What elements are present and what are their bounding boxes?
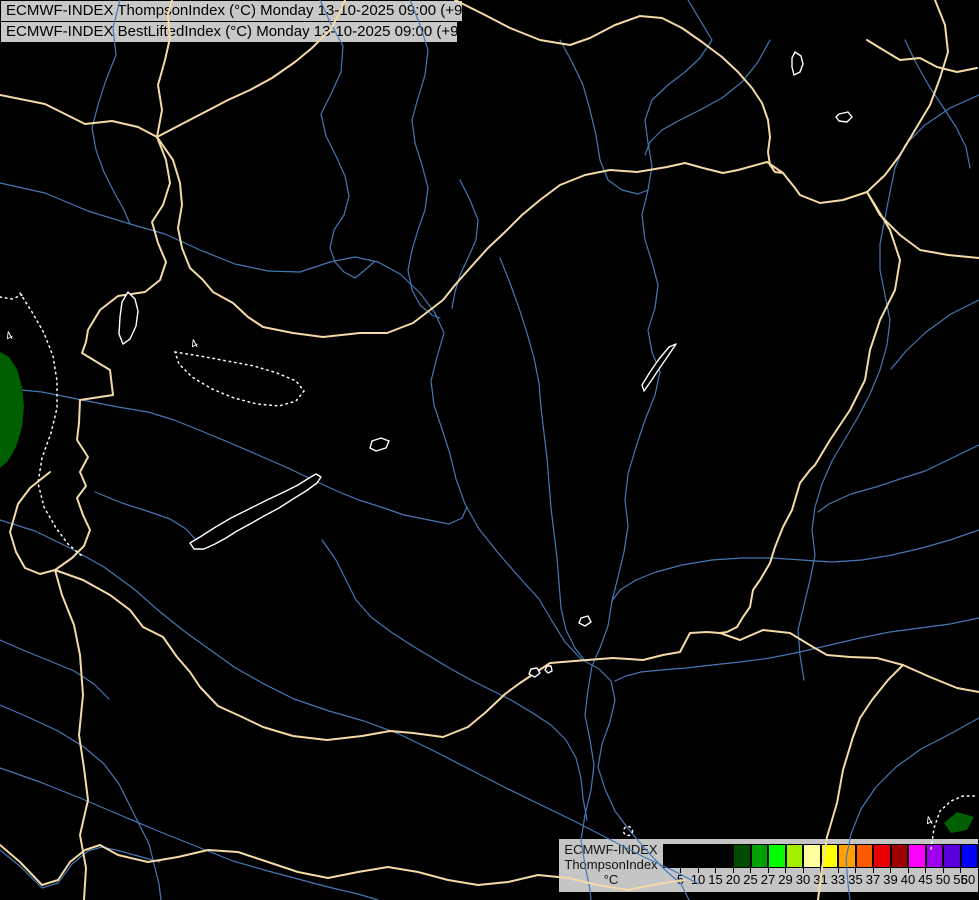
colorbar-cell [733,844,751,868]
lake-small-south-2 [545,666,552,673]
border-pl-ua [867,40,977,72]
river-bodrog [645,40,770,155]
lakes-layer [119,52,852,677]
river-tisza [581,0,712,900]
colorbar-cell [751,844,769,868]
dotted-contours-layer [0,293,976,849]
border-si-hr [55,570,88,900]
colorbar-cell [943,844,961,868]
border-ro-rs [720,630,979,692]
colorbar-cell [803,844,821,868]
colorbar-cell [716,844,734,868]
river-prut [905,40,970,168]
colorbar-cell [856,844,874,868]
lake-tisza-outline [642,344,676,391]
border-si-loop [10,472,55,574]
legend-unit-label: °C [559,872,663,887]
station-marker-icon: 4 [923,813,936,829]
colorbar-tick-label: 60 [958,872,978,887]
river-ipoly [452,180,478,308]
border-ro-ua [867,192,979,258]
dotted-loop-center [175,352,304,406]
colorbar-cell [698,844,716,868]
index-blob-west [0,352,24,468]
river-maros [615,618,979,681]
weather-map-page: { "header": { "bars": [ { "text": "ECMWF… [0,0,979,900]
lake-small-northeast-1 [792,52,803,75]
legend-labels: ECMWF-INDEX ThompsonIndex °C [559,842,663,887]
station-marker-icon: 4 [3,328,16,344]
header-bar-best-lifted-index: ECMWF-INDEX BestLiftedIndex (°C) Monday … [0,21,458,43]
colorbar-cell [838,844,856,868]
river-zagyva [500,258,585,661]
border-cz-at [0,95,157,137]
colorbar-cell [663,844,681,868]
colorbar-cell [873,844,891,868]
river-kupa [0,705,161,900]
colorbar-cell [786,844,804,868]
station-marker-icon: 4 [188,336,201,352]
lake-velence-outline [370,438,389,451]
river-drava [0,520,699,884]
lake-balaton-outline [190,474,321,549]
index-data-layer [0,352,974,833]
colorbar-cell [961,844,979,868]
colorbar-cell [681,844,699,868]
lake-small-south-3 [579,616,591,626]
lake-small-northeast-2 [836,112,852,122]
river-danube-upper [0,183,444,333]
river-sava [0,768,378,900]
dotted-circle-south [624,827,633,836]
colorbar-cell [908,844,926,868]
border-pl-sk [455,0,783,173]
lake-small-south-1 [529,668,540,677]
weather-map-canvas: 4 4 4 [0,0,979,900]
index-blob-southeast [944,812,974,833]
legend: ECMWF-INDEX ThompsonIndex °C 51015202527… [558,838,979,893]
river-sio [322,540,587,820]
colorbar-cell [891,844,909,868]
river-koros [612,530,979,601]
border-hu-sk [157,137,867,337]
lake-neusiedl-outline [119,292,138,344]
river-bosut [0,640,109,699]
river-raba [0,388,467,524]
rivers-layer [0,0,979,900]
station-markers-layer: 4 4 4 [3,328,936,829]
legend-index-label: ThompsonIndex [559,857,663,872]
border-sk-ua [867,0,948,192]
colorbar-cell [821,844,839,868]
river-somes-east [891,300,979,369]
dotted-fragment-northwest [0,295,22,299]
river-szamos [798,95,979,680]
colorbar-cell [768,844,786,868]
border-hu-ro [720,192,900,633]
border-hu-hr-rs [55,570,720,740]
dotted-arc-west [20,293,82,556]
river-mures-east [818,445,979,512]
country-borders-layer [0,0,979,900]
header-bar-thompson-index: ECMWF-INDEX ThompsonIndex (°C) Monday 13… [0,0,463,22]
river-bottom-pair [0,847,160,888]
river-hron [408,0,440,318]
river-zala [95,492,196,540]
colorbar-cell [926,844,944,868]
river-hernad [560,40,648,194]
river-danube-south [431,333,689,900]
border-at-hu [55,137,170,570]
legend-model-label: ECMWF-INDEX [559,842,663,857]
